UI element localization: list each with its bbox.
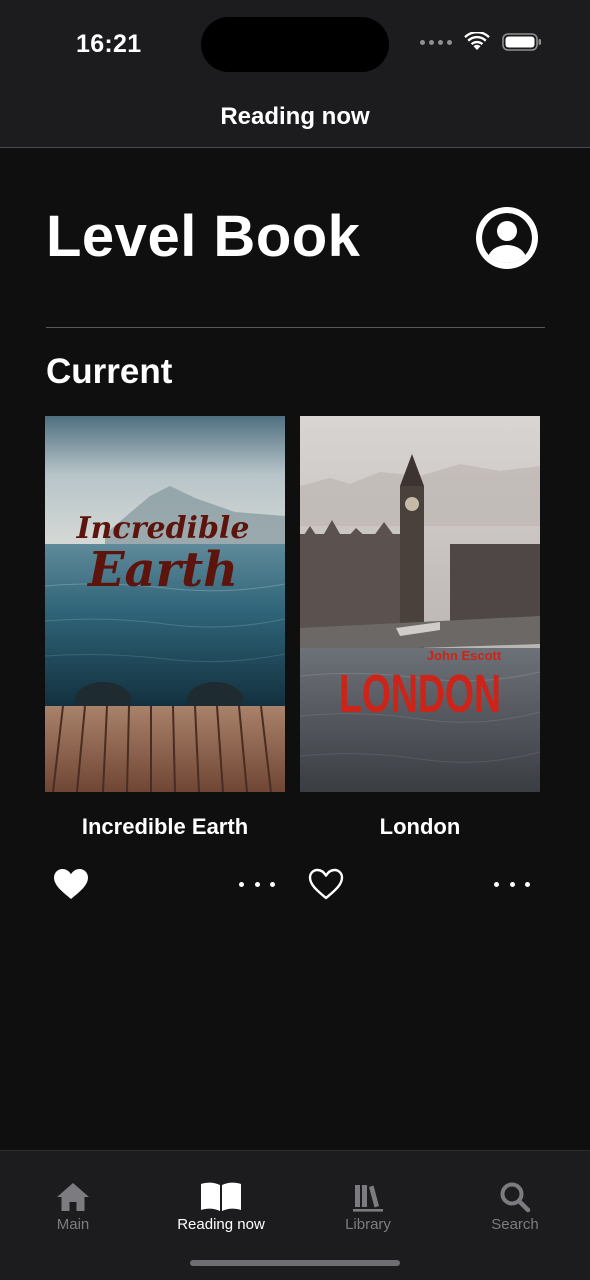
tab-label: Reading now: [177, 1216, 265, 1233]
status-time: 16:21: [76, 30, 142, 58]
tab-label: Search: [491, 1216, 539, 1233]
wifi-icon: [464, 32, 490, 50]
tab-label: Main: [56, 1216, 90, 1233]
divider: [46, 327, 545, 328]
home-indicator: [190, 1260, 400, 1266]
more-dot: [525, 881, 530, 887]
book-cover[interactable]: John Escott LONDON: [300, 416, 540, 792]
battery-icon: [502, 33, 541, 51]
tab-library[interactable]: Library: [308, 1181, 428, 1233]
cover-title-line1: Incredible: [76, 511, 250, 546]
heart-outline-icon: [308, 868, 344, 900]
books-icon: [353, 1185, 383, 1212]
tab-reading-now[interactable]: Reading now: [161, 1181, 281, 1233]
heart-filled-icon: [54, 869, 88, 899]
cover-title: LONDON: [339, 664, 501, 724]
tab-main[interactable]: Main: [13, 1181, 133, 1233]
book-cover[interactable]: Incredible Earth: [45, 416, 285, 792]
navigation-bar: Reading now: [0, 86, 590, 148]
book-actions: [45, 864, 285, 904]
tab-label: Library: [345, 1216, 391, 1233]
book-card: John Escott LONDON London: [300, 416, 540, 900]
cover-art: John Escott LONDON: [300, 416, 540, 792]
more-dot: [509, 881, 515, 887]
section-title: Current: [46, 352, 173, 391]
cover-title-line2: Earth: [86, 542, 238, 598]
signal-dots-icon: [420, 39, 452, 45]
favorite-button[interactable]: [306, 864, 346, 904]
profile-button[interactable]: [476, 207, 538, 269]
app-title: Level Book: [46, 204, 361, 269]
more-options-button[interactable]: [494, 872, 530, 896]
book-open-icon: [201, 1182, 241, 1211]
book-actions: [300, 864, 540, 904]
status-icons: [420, 32, 542, 52]
book-title[interactable]: Incredible Earth: [45, 814, 285, 840]
favorite-button[interactable]: [51, 864, 91, 904]
more-dot: [494, 881, 499, 887]
nav-title: Reading now: [220, 102, 370, 130]
profile-icon: [476, 207, 538, 269]
book-card: Incredible Earth Incredible Earth: [45, 416, 285, 899]
more-options-button[interactable]: [239, 872, 275, 896]
search-icon: [500, 1182, 531, 1213]
dynamic-island: [201, 17, 389, 72]
more-dot: [270, 881, 275, 887]
cover-author: John Escott: [427, 648, 502, 663]
more-dot: [239, 881, 244, 887]
more-dot: [254, 881, 260, 887]
cover-art: Incredible Earth: [45, 416, 285, 792]
book-title[interactable]: London: [300, 814, 540, 840]
status-bar: 16:21: [0, 0, 590, 86]
home-icon: [57, 1183, 89, 1211]
tab-search[interactable]: Search: [455, 1181, 575, 1233]
